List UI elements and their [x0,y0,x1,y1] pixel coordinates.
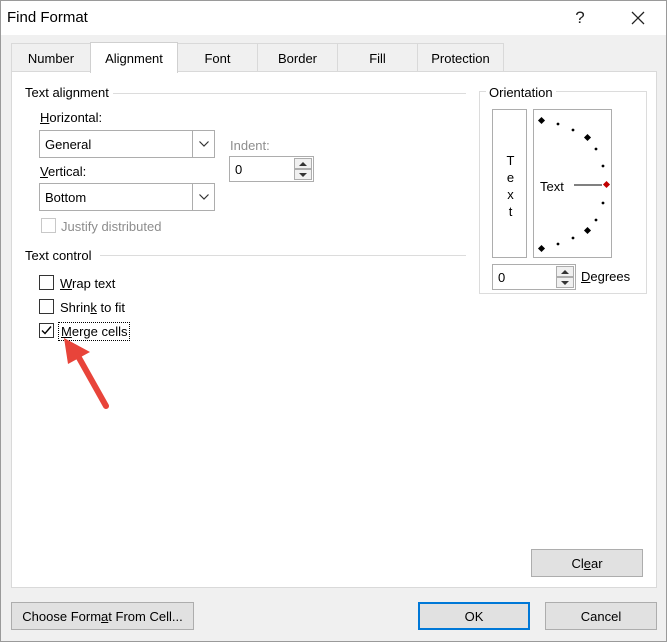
help-button[interactable]: ? [557,1,603,35]
degrees-spin-up[interactable] [556,266,574,277]
chevron-down-icon [198,194,209,200]
wrap-text-label: Wrap text [60,276,116,291]
checkmark-icon [41,326,52,335]
clear-button-label: Clear [571,555,603,571]
red-arrow-annotation [64,338,109,409]
degrees-label: Degrees [581,269,631,284]
degrees-spinner[interactable]: 0 [492,264,576,290]
merge-cells-checkbox[interactable] [39,323,54,338]
indent-value: 0 [235,162,243,177]
indent-label: Indent: [230,138,270,153]
justify-distributed-checkbox[interactable] [41,218,56,233]
orientation-dial[interactable]: Text [533,109,612,258]
horizontal-label-rest: orizontal: [49,110,103,125]
vertical-text-letters: T e x t [506,152,515,220]
vertical-select[interactable]: Bottom [39,183,215,211]
degrees-spin-down[interactable] [556,277,574,288]
text-control-divider [100,255,466,256]
vertical-letter: x [507,187,514,202]
text-alignment-divider [112,93,466,94]
vertical-text-orientation[interactable]: T e x t [492,109,527,258]
degrees-value: 0 [498,270,506,285]
spin-up-icon [299,161,307,166]
horizontal-dropdown-button[interactable] [192,131,214,157]
window-title: Find Format [7,9,88,26]
vertical-letter: t [508,204,513,219]
vertical-letter: T [506,153,515,168]
ok-button[interactable]: OK [418,602,530,630]
orientation-title: Orientation [486,85,556,100]
horizontal-select[interactable]: General [39,130,215,158]
degrees-spin-buttons [556,266,574,288]
shrink-to-fit-checkbox[interactable] [39,299,54,314]
find-format-dialog: Find Format ? Number Alignment Font Bord… [0,0,667,642]
tab-border[interactable]: Border [257,43,338,72]
vertical-label: Vertical: [40,164,87,179]
tab-protection[interactable]: Protection [417,43,504,72]
vertical-dropdown-button[interactable] [192,184,214,210]
vertical-label-rest: ertical: [47,164,87,179]
close-icon [631,11,645,25]
horizontal-label: Horizontal: [40,110,103,125]
tab-font[interactable]: Font [177,43,258,72]
spin-down-icon [299,172,307,177]
text-alignment-title: Text alignment [25,85,113,100]
indent-spin-down[interactable] [294,169,312,180]
text-control-title: Text control [25,248,96,263]
justify-distributed-label: Justify distributed [61,219,162,234]
alignment-panel: Text alignment Horizontal: General Inden… [11,71,657,588]
title-bar: Find Format ? [1,1,666,35]
spin-up-icon [561,269,569,274]
dial-text-label: Text [540,179,564,194]
tab-fill[interactable]: Fill [337,43,418,72]
spin-down-icon [561,280,569,285]
cancel-button[interactable]: Cancel [545,602,657,630]
wrap-text-label-rest: rap text [72,276,116,291]
chevron-down-icon [198,141,209,147]
indent-spinner[interactable]: 0 [229,156,314,182]
tab-strip: Number Alignment Font Border Fill Protec… [11,42,657,73]
close-button[interactable] [615,1,661,35]
indent-spin-buttons [294,158,312,180]
indent-spin-up[interactable] [294,158,312,169]
tab-alignment[interactable]: Alignment [90,42,178,73]
vertical-letter: e [506,170,515,185]
choose-format-label: Choose Format From Cell... [22,608,183,624]
vertical-value: Bottom [45,190,87,205]
wrap-text-checkbox[interactable] [39,275,54,290]
shrink-to-fit-label: Shrink to fit [60,300,126,315]
horizontal-value: General [45,137,92,152]
clear-button[interactable]: Clear [531,549,643,577]
choose-format-from-cell-button[interactable]: Choose Format From Cell... [11,602,194,630]
tab-number[interactable]: Number [11,43,91,72]
